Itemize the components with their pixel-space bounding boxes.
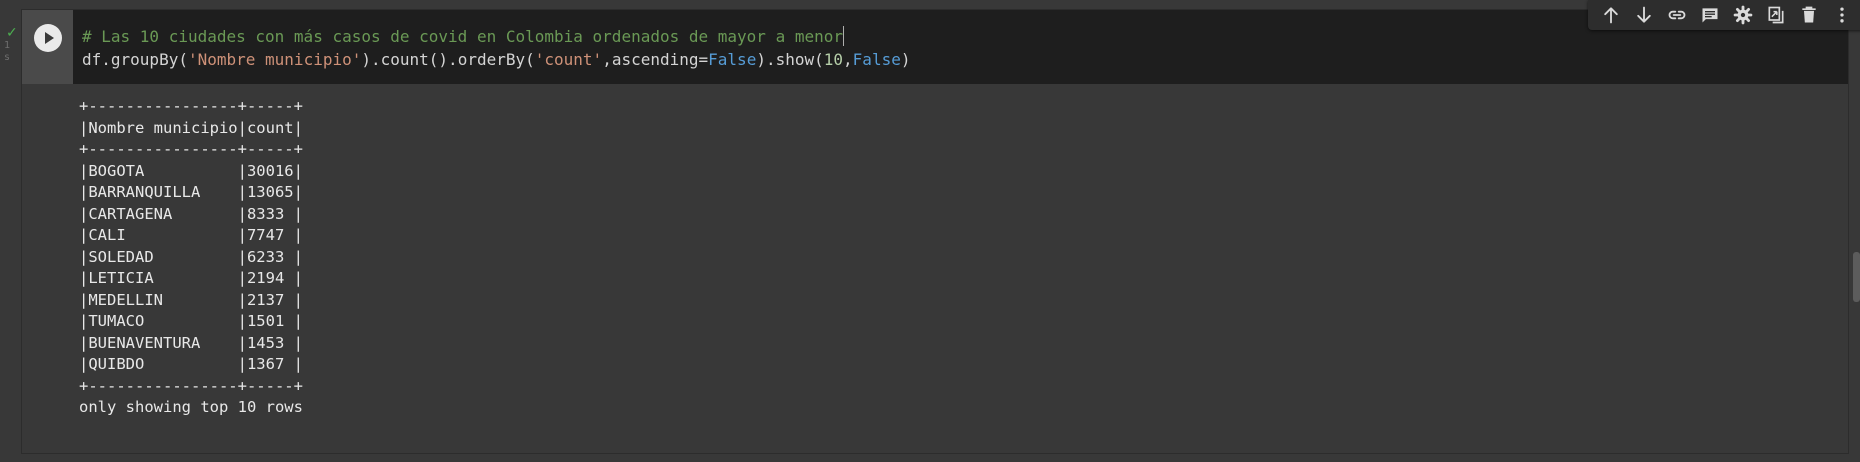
comment-icon [1702, 8, 1717, 23]
more-options-button[interactable] [1825, 0, 1858, 30]
add-comment-button[interactable] [1693, 0, 1726, 30]
code-token: ).count().orderBy( [361, 50, 535, 69]
link-icon [1668, 10, 1685, 20]
code-number: 10 [823, 50, 844, 69]
code-token: ,ascending= [602, 50, 709, 69]
output-line: |BARRANQUILLA |13065| [79, 183, 303, 201]
code-keyword: False [708, 50, 757, 69]
run-cell-button[interactable] [34, 24, 62, 52]
code-token: , [843, 50, 853, 69]
cell-toolbar [1588, 0, 1860, 30]
text-cursor [843, 26, 844, 46]
move-cell-down-button[interactable] [1627, 0, 1660, 30]
code-token: ) [900, 50, 911, 69]
play-icon [45, 32, 54, 44]
move-down-icon [1636, 6, 1651, 23]
output-line: +----------------+-----+ [79, 97, 303, 115]
code-token: ).show( [756, 50, 824, 69]
code-token: df.groupBy( [82, 50, 188, 69]
cell-settings-button[interactable] [1726, 0, 1759, 30]
scrollbar-thumb[interactable] [1853, 252, 1860, 302]
move-cell-up-button[interactable] [1594, 0, 1627, 30]
output-line: +----------------+-----+ [79, 140, 303, 158]
run-gutter [22, 10, 73, 84]
output-line: |MEDELLIN |2137 | [79, 290, 303, 309]
gear-icon [1733, 5, 1752, 25]
trash-icon [1801, 6, 1816, 23]
more-vert-icon [1839, 7, 1844, 23]
output-line: |SOLEDAD |6233 | [79, 247, 303, 266]
mirror-cell-button[interactable] [1759, 0, 1792, 30]
output-line: |BOGOTA |30016| [79, 161, 303, 180]
output-line: |BUENAVENTURA |1453 | [79, 333, 303, 352]
output-line: +----------------+-----+ [79, 376, 303, 395]
output-line: |CARTAGENA |8333 | [79, 204, 303, 223]
move-up-icon [1603, 7, 1618, 24]
code-keyword: False [852, 50, 901, 69]
code-string: 'Nombre municipio' [187, 50, 362, 69]
output-line: |LETICIA |2194 | [79, 269, 303, 287]
mirror-cell-icon [1768, 6, 1783, 24]
code-text[interactable]: # Las 10 ciudades con más casos de covid… [82, 25, 910, 71]
cell-output: +----------------+-----+ |Nombre municip… [79, 96, 303, 419]
output-line: |Nombre municipio|count| [79, 118, 303, 137]
output-line: |TUMACO |1501 | [79, 312, 303, 330]
check-icon: ✓ [6, 25, 18, 41]
delete-cell-button[interactable] [1792, 0, 1825, 30]
code-comment: # Las 10 ciudades con más casos de covid… [82, 27, 843, 46]
link-cell-button[interactable] [1660, 0, 1693, 30]
output-line: only showing top 10 rows [79, 398, 303, 416]
notebook-page: ✓ 1 s # Las 10 ciudades con más casos de… [0, 0, 1860, 462]
output-line: |QUIBDO |1367 | [79, 355, 303, 373]
code-string: 'count' [534, 50, 603, 69]
code-editor[interactable]: # Las 10 ciudades con más casos de covid… [22, 10, 1848, 84]
output-line: |CALI |7747 | [79, 226, 303, 244]
execution-time: 1 s [4, 40, 11, 63]
code-cell[interactable]: # Las 10 ciudades con más casos de covid… [22, 0, 1860, 453]
